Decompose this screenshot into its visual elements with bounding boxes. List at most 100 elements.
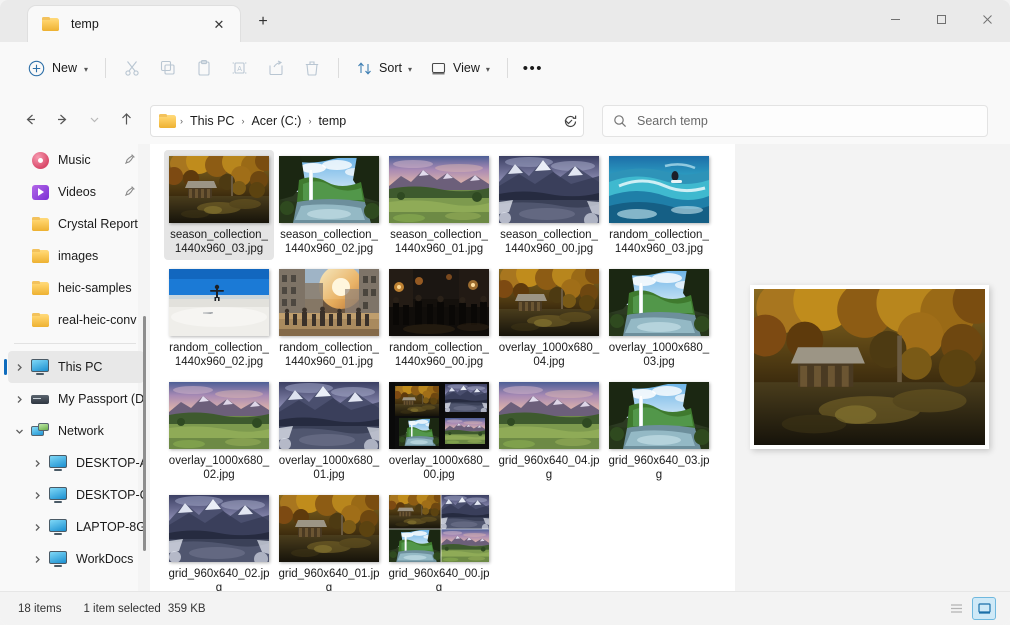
file-thumbnail [279, 269, 379, 336]
file-thumbnail-wrap [169, 156, 269, 223]
file-item[interactable]: grid_960x640_04.jpg [494, 376, 604, 486]
file-item[interactable]: season_collection_1440x960_03.jpg [164, 150, 274, 260]
sidebar-item-my-passport-d[interactable]: My Passport (D [8, 383, 144, 415]
file-item[interactable]: overlay_1000x680_00.jpg [384, 376, 494, 486]
file-list[interactable]: season_collection_1440x960_03.jpgseason_… [150, 144, 735, 591]
file-thumbnail-wrap [499, 156, 599, 223]
file-name: season_collection_1440x960_00.jpg [497, 228, 601, 256]
file-item[interactable]: grid_960x640_02.jpg [164, 489, 274, 599]
new-tab-button[interactable]: + [246, 7, 280, 37]
sort-button[interactable]: Sort ▾ [347, 52, 421, 84]
delete-icon[interactable] [294, 52, 330, 84]
file-item[interactable]: overlay_1000x680_01.jpg [274, 376, 384, 486]
sidebar-item-crystal-report[interactable]: Crystal Report [8, 208, 144, 240]
maximize-icon[interactable] [918, 0, 964, 38]
breadcrumb-item-acer-c[interactable]: Acer (C:) [246, 111, 306, 131]
file-item[interactable]: overlay_1000x680_03.jpg [604, 263, 714, 373]
copy-icon[interactable] [150, 52, 186, 84]
file-thumbnail [169, 382, 269, 449]
file-item[interactable]: season_collection_1440x960_02.jpg [274, 150, 384, 260]
chevron-right-icon[interactable] [8, 383, 30, 415]
file-thumbnail [279, 495, 379, 562]
paste-icon[interactable] [186, 52, 222, 84]
sidebar-item-images[interactable]: images [8, 240, 144, 272]
details-view-button[interactable] [944, 597, 968, 620]
file-name: random_collection_1440x960_02.jpg [167, 341, 271, 369]
file-item[interactable]: random_collection_1440x960_03.jpg [604, 150, 714, 260]
file-item[interactable]: random_collection_1440x960_01.jpg [274, 263, 384, 373]
pc-icon [49, 487, 67, 503]
file-thumbnail-wrap [169, 495, 269, 562]
file-item[interactable]: grid_960x640_01.jpg [274, 489, 384, 599]
music-icon-wrap [30, 150, 50, 170]
file-thumbnail-wrap [169, 269, 269, 336]
sidebar-scrollbar-thumb[interactable] [143, 316, 146, 551]
recent-locations-button[interactable] [78, 103, 110, 135]
sidebar-item-workdocs[interactable]: WorkDocs [26, 543, 144, 575]
refresh-button[interactable] [556, 107, 584, 135]
title-bar: temp ✕ + [0, 0, 1010, 42]
file-item[interactable]: grid_960x640_03.jpg [604, 376, 714, 486]
chevron-down-icon[interactable] [8, 415, 30, 447]
breadcrumb-item-temp[interactable]: temp [313, 111, 351, 131]
sidebar-item-network[interactable]: Network [8, 415, 144, 447]
sidebar-item-real-heic-conv[interactable]: real-heic-conv [8, 304, 144, 336]
sidebar-item-desktop-au[interactable]: DESKTOP-AU [26, 447, 144, 479]
file-name: overlay_1000x680_03.jpg [607, 341, 711, 369]
navigation-tree: Music VideosCrystal Reportimagesheic-samp… [0, 144, 150, 575]
status-size: 359 KB [168, 603, 206, 615]
close-icon[interactable] [964, 0, 1010, 38]
svg-text:A: A [237, 66, 242, 73]
folder-icon [32, 281, 49, 295]
chevron-right-icon[interactable] [26, 447, 48, 479]
close-tab-icon[interactable]: ✕ [206, 11, 232, 37]
rename-icon[interactable]: A [222, 52, 258, 84]
chevron-right-icon[interactable] [26, 479, 48, 511]
file-item[interactable]: overlay_1000x680_02.jpg [164, 376, 274, 486]
back-button[interactable] [14, 103, 46, 135]
breadcrumb[interactable]: › This PC › Acer (C:) › temp [150, 105, 584, 137]
new-button-label: New [52, 61, 77, 75]
file-item[interactable]: overlay_1000x680_04.jpg [494, 263, 604, 373]
window-controls [872, 0, 1010, 38]
chevron-right-icon[interactable] [26, 511, 48, 543]
navigation-pane[interactable]: Music VideosCrystal Reportimagesheic-samp… [0, 144, 150, 591]
sidebar-item-laptop-8gd[interactable]: LAPTOP-8GD [26, 511, 144, 543]
sidebar-item-label: Music [58, 153, 91, 167]
file-grid: season_collection_1440x960_03.jpgseason_… [164, 150, 735, 602]
file-item[interactable]: random_collection_1440x960_02.jpg [164, 263, 274, 373]
share-icon[interactable] [258, 52, 294, 84]
sidebar-item-videos[interactable]: Videos [8, 176, 144, 208]
sort-arrows-icon [356, 60, 373, 77]
sidebar-item-music[interactable]: Music [8, 144, 144, 176]
tab-temp[interactable]: temp ✕ [28, 6, 240, 42]
breadcrumb-separator: › [306, 116, 313, 126]
chevron-right-icon[interactable] [26, 543, 48, 575]
breadcrumb-item-this-pc[interactable]: This PC [185, 111, 239, 131]
file-thumbnail [389, 156, 489, 223]
sidebar-item-this-pc[interactable]: This PC [8, 351, 144, 383]
more-options-button[interactable]: ••• [516, 52, 550, 84]
search-input[interactable]: Search temp [602, 105, 988, 137]
file-item[interactable]: season_collection_1440x960_01.jpg [384, 150, 494, 260]
drive-icon-wrap [30, 389, 50, 409]
file-name: overlay_1000x680_01.jpg [277, 454, 381, 482]
file-item[interactable]: grid_960x640_00.jpg [384, 489, 494, 599]
sort-button-label: Sort [379, 61, 402, 75]
file-item[interactable]: season_collection_1440x960_00.jpg [494, 150, 604, 260]
up-button[interactable] [110, 103, 142, 135]
sidebar-item-heic-samples[interactable]: heic-samples [8, 272, 144, 304]
sidebar-item-desktop-cp[interactable]: DESKTOP-CP [26, 479, 144, 511]
breadcrumb-separator: › [239, 116, 246, 126]
file-item[interactable]: random_collection_1440x960_00.jpg [384, 263, 494, 373]
minimize-icon[interactable] [872, 0, 918, 38]
preview-image [750, 285, 989, 449]
large-icons-view-button[interactable] [972, 597, 996, 620]
new-button[interactable]: New ▾ [22, 52, 97, 84]
cut-icon[interactable] [114, 52, 150, 84]
file-thumbnail [609, 382, 709, 449]
view-button[interactable]: View ▾ [421, 52, 499, 84]
forward-button[interactable] [46, 103, 78, 135]
pc-icon-wrap [48, 485, 68, 505]
chevron-right-icon[interactable] [8, 351, 30, 383]
